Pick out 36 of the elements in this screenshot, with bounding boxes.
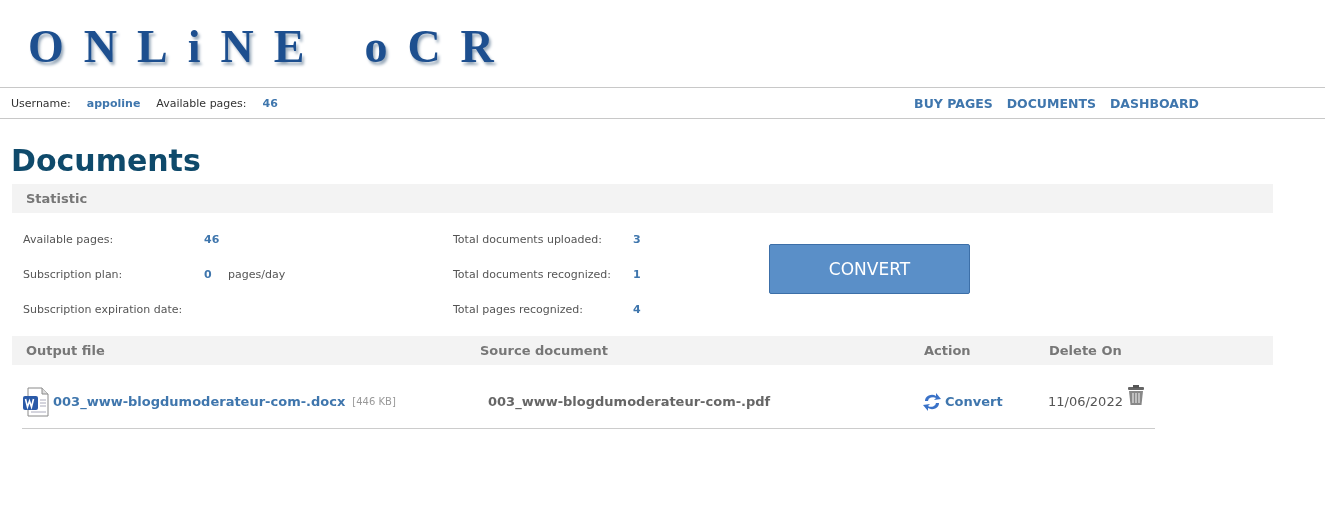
- pages-value: 46: [262, 96, 278, 110]
- stat-label: Total documents uploaded:: [453, 233, 603, 246]
- pages-label: Available pages:: [156, 96, 247, 110]
- nav-link[interactable]: BUY PAGES: [914, 95, 993, 111]
- column-header: Output file: [26, 343, 106, 358]
- column-header: Delete On: [1049, 343, 1123, 358]
- username-value: appoline: [86, 96, 141, 110]
- stat-label: Total documents recognized:: [453, 268, 612, 281]
- refresh-icon: [922, 391, 942, 412]
- logo-text: oCR: [364, 20, 514, 73]
- word-document-icon: [22, 386, 50, 417]
- column-header: Action: [924, 343, 972, 358]
- stat-value: 0: [204, 268, 213, 281]
- page-title: Documents: [11, 143, 202, 178]
- convert-button[interactable]: CONVERT: [769, 244, 970, 294]
- stat-label: Subscription plan:: [23, 268, 124, 281]
- username-label: Username:: [11, 96, 71, 110]
- section-header: Statistic: [12, 184, 1273, 213]
- unit-text: pages/day: [228, 268, 286, 281]
- stat-value: 1: [633, 268, 642, 281]
- convert-link[interactable]: Convert: [922, 391, 1048, 412]
- delete-date: 11/06/2022: [1048, 394, 1123, 409]
- stat-value: 4: [633, 303, 642, 316]
- trash-icon[interactable]: [1125, 383, 1146, 406]
- file-size: [446 KB]: [352, 396, 396, 407]
- column-header: Source document: [480, 343, 610, 358]
- nav-link[interactable]: DOCUMENTS: [1006, 95, 1096, 111]
- stat-label: Available pages:: [23, 233, 115, 246]
- logo-text: ONLiNE: [28, 20, 325, 73]
- output-file-link[interactable]: 003_www-blogdumoderateur-com-.docx: [53, 394, 346, 409]
- source-document: 003_www-blogdumoderateur-com-.pdf: [488, 394, 772, 409]
- stat-value: 3: [633, 233, 642, 246]
- stat-label: Subscription expiration date:: [23, 303, 184, 316]
- stat-value: 46: [204, 233, 221, 246]
- stat-label: Total pages recognized:: [453, 303, 584, 316]
- nav-link[interactable]: DASHBOARD: [1110, 95, 1199, 111]
